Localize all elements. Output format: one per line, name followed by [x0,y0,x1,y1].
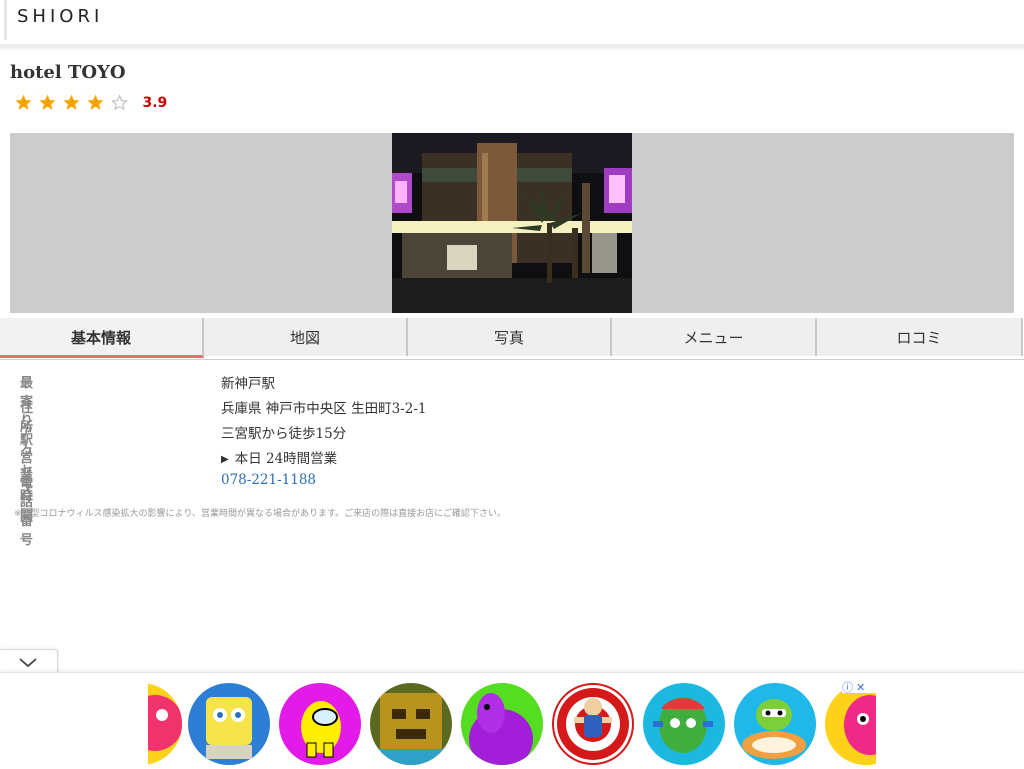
tab-map[interactable]: 地図 [204,318,408,356]
info-value: 新神戸駅 [221,376,275,392]
hotel-photo-image [392,133,632,313]
sponge-character-icon [206,697,252,759]
ad-item-watermelon-character[interactable] [643,683,725,765]
chevron-down-icon [19,658,37,668]
logo-text: SHIORI [17,6,104,27]
ad-creative[interactable] [148,682,876,766]
covid-notice: ※新型コロナウィルス感染拡大の影響により、営業時間が異なる場合があります。ご来店… [14,509,506,519]
ad-item-purple-blob-character[interactable] [461,683,543,765]
triangle-right-icon: ▶ [221,454,229,465]
ad-item-crewmate-character[interactable] [279,683,361,765]
tab-photos[interactable]: 写真 [408,318,612,356]
phone-link[interactable]: 078-221-1188 [221,472,316,488]
green-candy-monster-icon [742,699,806,759]
temple-game-icon [370,693,452,765]
tab-menu[interactable]: メニュー [612,318,817,356]
ad-item-dart-board-doll[interactable] [552,683,634,765]
hours-toggle[interactable]: ▶ 本日 24時間営業 [221,447,337,467]
star-filled-icon [87,94,104,110]
hotel-title: hotel TOYO [10,62,126,83]
info-value: 三宮駅から徒歩15分 [221,426,347,442]
rating-value: 3.9 [142,94,168,111]
pink-character-icon [148,695,182,751]
ad-item-pink-character[interactable] [148,683,182,765]
ad-controls: ⓘ ✕ [842,679,876,694]
ad-banner: ⓘ ✕ [0,672,1024,769]
star-filled-icon [39,94,56,110]
close-icon[interactable]: ✕ [856,681,865,694]
info-icon[interactable]: ⓘ [842,681,853,694]
tab-reviews[interactable]: ロコミ [817,318,1023,356]
tab-bar: 基本情報 地図 写真 メニュー ロコミ [0,318,1024,360]
rating: 3.9 [14,92,167,112]
info-value: 兵庫県 神戸市中央区 生田町3-2-1 [221,401,427,417]
crewmate-character-icon [301,701,341,758]
dart-board-doll-icon [557,688,629,760]
tab-basic-info[interactable]: 基本情報 [0,318,204,358]
site-header: SHIORI [0,0,1024,47]
ad-item-pink-blob-character[interactable] [825,683,876,765]
star-filled-icon [63,94,80,110]
site-logo[interactable]: SHIORI [4,0,1024,40]
ad-item-temple-game[interactable] [370,683,452,765]
star-filled-icon [15,94,32,110]
hotel-photo[interactable] [392,133,632,313]
watermelon-character-icon [653,697,713,753]
ad-collapse-button[interactable] [0,649,58,674]
star-empty-icon [111,94,129,111]
info-value: 本日 24時間営業 [234,451,338,467]
photo-area [10,133,1014,313]
purple-blob-character-icon [469,693,533,765]
ad-item-sponge-character[interactable] [188,683,270,765]
pink-blob-character-icon [844,695,876,755]
ad-item-green-candy-monster[interactable] [734,683,816,765]
